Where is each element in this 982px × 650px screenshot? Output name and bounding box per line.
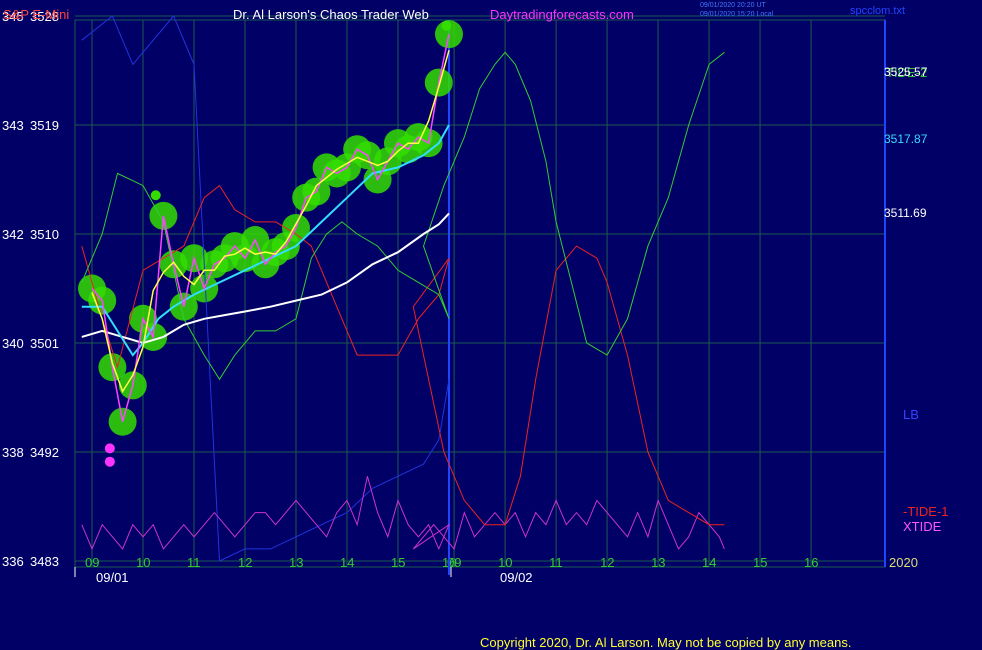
symbol-title: S&P E-Mini xyxy=(3,7,70,22)
y-tick-label: 3519 xyxy=(30,118,59,133)
x-tick-label: 15 xyxy=(753,555,767,570)
x-tick-label: 13 xyxy=(289,555,303,570)
x-tick-label: 16 xyxy=(804,555,818,570)
x-tick-label: 12 xyxy=(238,555,252,570)
low-marker-2 xyxy=(104,456,115,467)
y-tick-label: 3501 xyxy=(30,336,59,351)
date-label-day2: 09/02 xyxy=(500,570,533,585)
y-tick-label: 3483 xyxy=(30,554,59,569)
y-tick-outer: 340 xyxy=(2,336,24,351)
timestamp-local: 09/01/2020 15:20 Local xyxy=(700,11,774,18)
price-label-3: 3511.69 xyxy=(884,206,927,220)
price-label-1: 3525.57 xyxy=(884,65,928,79)
copyright: Copyright 2020, Dr. Al Larson. May not b… xyxy=(480,635,852,650)
x-tick-label: 15 xyxy=(391,555,405,570)
site-link[interactable]: Daytradingforecasts.com xyxy=(490,8,634,21)
y-tick-label: 3510 xyxy=(30,227,59,242)
x-tick-label: 12 xyxy=(600,555,614,570)
y-tick-label: 3492 xyxy=(30,445,59,460)
y-tick-outer: 338 xyxy=(2,445,24,460)
file-name: spcclom.txt xyxy=(850,5,906,17)
x-tick-label: 10 xyxy=(136,555,150,570)
y-tick-outer: 343 xyxy=(2,118,24,133)
x-tick-label: 14 xyxy=(702,555,716,570)
y-tick-outer: 342 xyxy=(2,227,24,242)
series-s-p-e-mini xyxy=(91,34,450,422)
price-label-2: 3517.87 xyxy=(884,132,928,146)
x-tick-label: 11 xyxy=(187,555,201,570)
x-tick-label: 14 xyxy=(340,555,354,570)
chart-title: Dr. Al Larson's Chaos Trader Web xyxy=(233,7,429,22)
series-lb xyxy=(81,15,450,562)
x-tick-label: 11 xyxy=(549,555,563,570)
tide1-label: -TIDE-1 xyxy=(903,504,949,519)
chart-canvas: 345 3528343 3519342 3510340 3501338 3492336 34… xyxy=(2,9,886,585)
series-xtide xyxy=(81,476,725,551)
xtide-label: XTIDE xyxy=(903,519,942,534)
timestamp-utc: 09/01/2020 20:20 UT xyxy=(700,2,766,9)
x-tick-label: 13 xyxy=(651,555,665,570)
x-tick-label: 10 xyxy=(498,555,512,570)
date-label-day1: 09/01 xyxy=(96,570,129,585)
high-marker xyxy=(441,20,452,31)
pivot-marker xyxy=(150,190,161,201)
y-tick-outer: 336 xyxy=(2,554,24,569)
series-tide-2 xyxy=(81,51,725,381)
x-tick-label: 09 xyxy=(85,555,99,570)
year-label: 2020 xyxy=(889,555,918,570)
lb-label: LB xyxy=(903,407,919,422)
low-marker xyxy=(104,443,115,454)
